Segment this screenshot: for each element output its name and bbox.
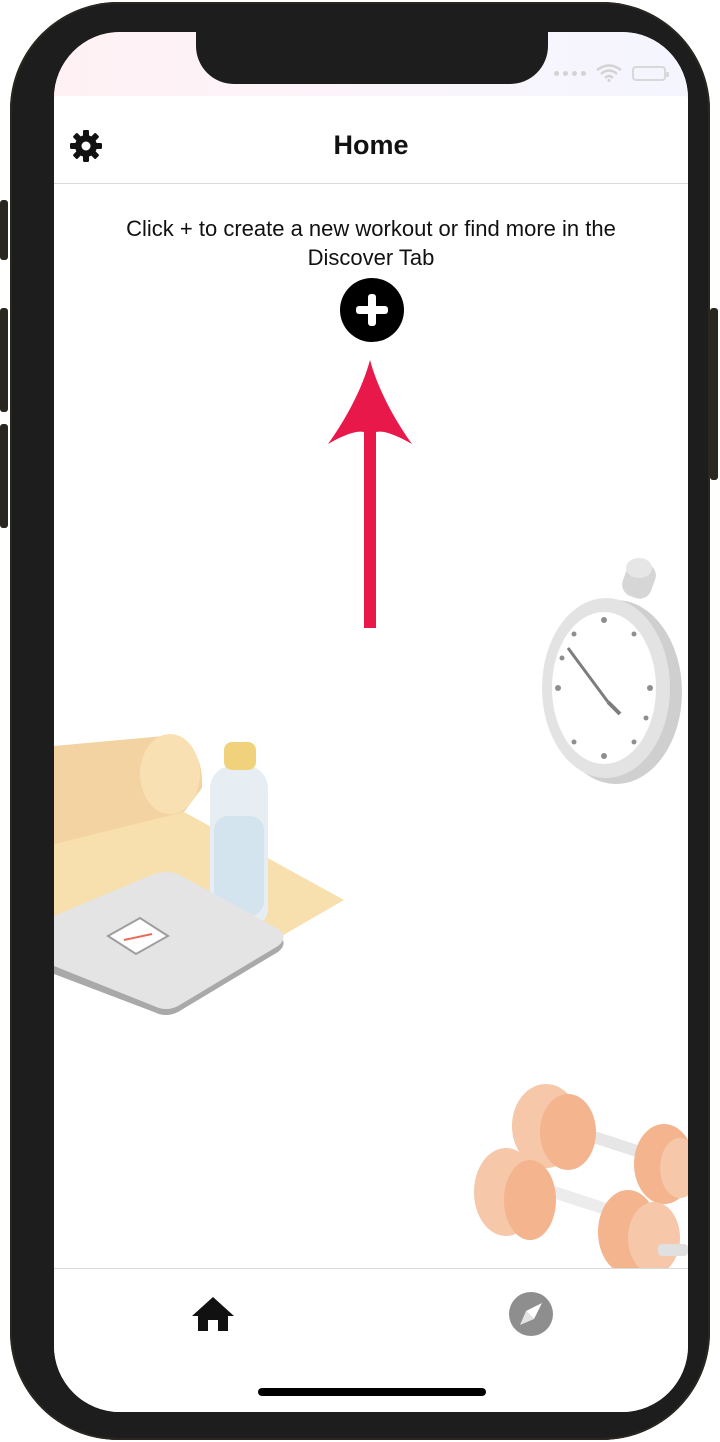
mute-switch [0,200,8,260]
add-workout-button[interactable] [340,278,404,342]
status-icons [554,64,669,82]
compass-icon [509,1292,553,1336]
page-title: Home [333,130,409,160]
wifi-icon [596,64,622,82]
screen: Home Click + to create a new workout or … [54,32,688,1412]
volume-up-button [0,308,8,412]
tab-discover[interactable] [506,1289,556,1339]
power-button [710,308,718,480]
stopwatch-illustration [542,558,682,784]
dumbbells-illustration [474,1084,688,1272]
volume-down-button [0,424,8,528]
home-icon [192,1297,234,1331]
arrow-up-icon [328,360,412,628]
empty-state-hint: Click + to create a new workout or find … [126,216,616,270]
tab-home[interactable] [188,1289,238,1339]
notch [196,32,548,84]
phone-frame: Home Click + to create a new workout or … [0,2,718,1440]
fitness-equipment-illustration [54,734,344,1015]
app-header: Home [54,96,688,184]
battery-icon [632,65,669,81]
home-indicator [258,1388,486,1396]
signal-icon [554,70,586,76]
